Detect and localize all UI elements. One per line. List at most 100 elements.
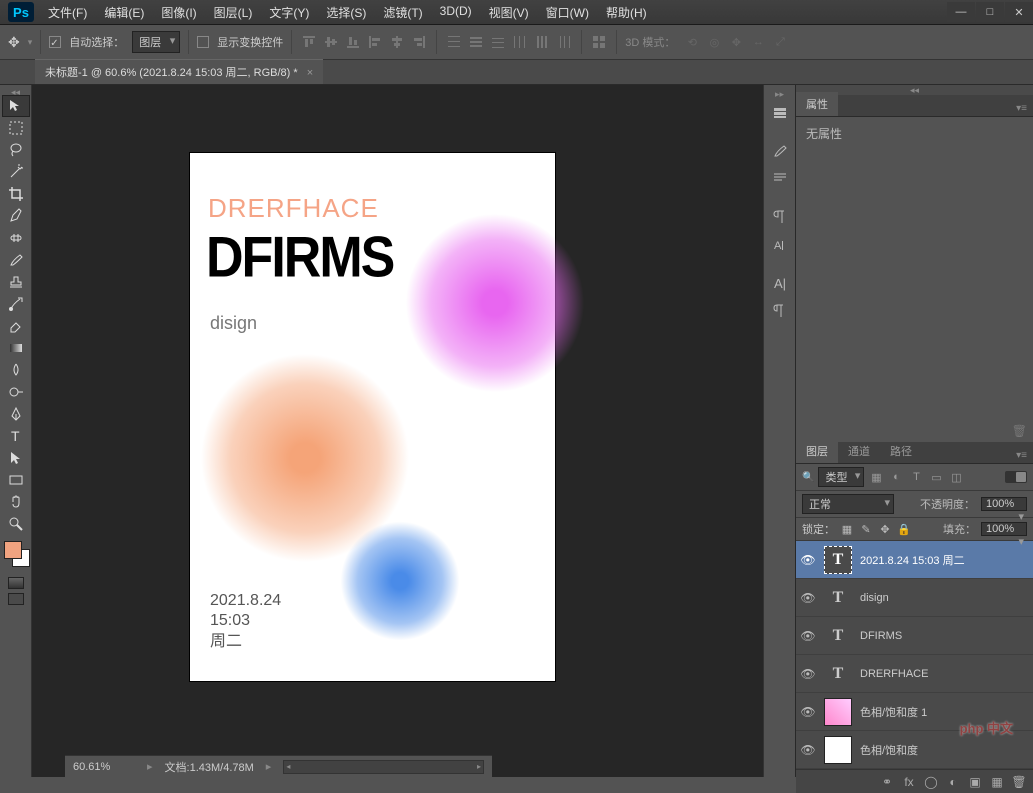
layer-name[interactable]: DRERFHACE — [860, 668, 928, 680]
align-vcenter-icon[interactable] — [322, 33, 340, 51]
layer-thumbnail[interactable]: T — [824, 546, 852, 574]
quickmask-toggle[interactable] — [8, 577, 24, 589]
toolbar-collapse-icon[interactable]: ◂◂ — [11, 87, 20, 95]
layer-visibility-icon[interactable]: 👁 — [800, 591, 816, 605]
docinfo-arrow-icon[interactable]: ▸ — [266, 760, 272, 773]
auto-select-checkbox[interactable] — [49, 36, 61, 48]
blend-mode-dropdown[interactable]: 正常 — [802, 494, 894, 514]
crop-tool[interactable] — [2, 183, 30, 205]
filter-search-icon[interactable]: 🔍 — [802, 472, 814, 483]
zoom-arrow-icon[interactable]: ▸ — [147, 760, 153, 773]
brush-tool[interactable] — [2, 249, 30, 271]
menu-type[interactable]: 文字(Y) — [263, 2, 315, 23]
dock-character-icon[interactable]: A — [766, 232, 794, 258]
auto-align-icon[interactable] — [590, 33, 608, 51]
show-transform-checkbox[interactable] — [197, 36, 209, 48]
document-tab[interactable]: 未标题-1 @ 60.6% (2021.8.24 15:03 周二, RGB/8… — [35, 59, 323, 84]
layers-tab[interactable]: 图层 — [796, 439, 838, 463]
maximize-button[interactable]: □ — [976, 2, 1004, 22]
pen-tool[interactable] — [2, 403, 30, 425]
layer-visibility-icon[interactable]: 👁 — [800, 667, 816, 681]
dock-paragraph-icon[interactable] — [766, 204, 794, 230]
opacity-input[interactable]: 100% — [981, 497, 1027, 511]
layer-row[interactable]: 👁 T DRERFHACE — [796, 655, 1033, 693]
layer-mask-icon[interactable]: ◯ — [923, 774, 939, 790]
3d-roll-icon[interactable]: ◎ — [705, 33, 723, 51]
layer-thumbnail[interactable]: T — [824, 660, 852, 688]
history-brush-tool[interactable] — [2, 293, 30, 315]
layer-thumbnail[interactable]: T — [824, 622, 852, 650]
layer-thumbnail[interactable] — [824, 698, 852, 726]
menu-view[interactable]: 视图(V) — [483, 2, 535, 23]
filter-pixel-icon[interactable]: ▦ — [868, 469, 884, 485]
properties-trash-icon[interactable]: 🗑 — [1012, 424, 1027, 438]
layer-link-icon[interactable]: ⚭ — [879, 774, 895, 790]
layer-name[interactable]: 色相/饱和度 1 — [860, 704, 927, 720]
menu-filter[interactable]: 滤镜(T) — [377, 2, 428, 23]
dock-collapse-icon[interactable]: ▸▸ — [775, 89, 784, 99]
layer-thumbnail[interactable] — [824, 736, 852, 764]
align-left-icon[interactable] — [366, 33, 384, 51]
3d-slide-icon[interactable]: ↔ — [749, 33, 767, 51]
gradient-tool[interactable] — [2, 337, 30, 359]
menu-select[interactable]: 选择(S) — [320, 2, 372, 23]
stamp-tool[interactable] — [2, 271, 30, 293]
distribute-hcenter-icon[interactable] — [533, 33, 551, 51]
lasso-tool[interactable] — [2, 139, 30, 161]
dock-glyphs-icon[interactable]: A| — [766, 270, 794, 296]
layer-name[interactable]: DFIRMS — [860, 630, 902, 642]
channels-tab[interactable]: 通道 — [838, 439, 880, 463]
layer-row[interactable]: 👁Tdisign — [796, 579, 1033, 617]
lock-brush-icon[interactable]: ✎ — [859, 522, 873, 536]
menu-image[interactable]: 图像(I) — [155, 2, 202, 23]
layer-name[interactable]: 2021.8.24 15:03 周二 — [860, 552, 965, 568]
path-select-tool[interactable] — [2, 447, 30, 469]
layer-row[interactable]: 👁 T 2021.8.24 15:03 周二 — [796, 541, 1033, 579]
layer-visibility-icon[interactable]: 👁 — [800, 553, 816, 567]
menu-layer[interactable]: 图层(L) — [208, 2, 259, 23]
dock-paragraph2-icon[interactable] — [766, 298, 794, 324]
menu-3d[interactable]: 3D(D) — [434, 2, 478, 23]
paths-tab[interactable]: 路径 — [880, 439, 922, 463]
distribute-right-icon[interactable] — [555, 33, 573, 51]
filter-smart-icon[interactable]: ◫ — [948, 469, 964, 485]
healing-tool[interactable] — [2, 227, 30, 249]
layer-row[interactable]: 👁TDFIRMS — [796, 617, 1033, 655]
document-canvas[interactable]: DRERFHACE DFIRMS disign 2021.8.24 15:03 … — [190, 153, 555, 681]
marquee-tool[interactable] — [2, 117, 30, 139]
lock-position-icon[interactable]: ✥ — [878, 522, 892, 536]
distribute-top-icon[interactable] — [445, 33, 463, 51]
properties-tab[interactable]: 属性 — [796, 92, 838, 116]
hand-tool[interactable] — [2, 491, 30, 513]
layer-adjust-icon[interactable]: ◐ — [945, 774, 961, 790]
layer-group-icon[interactable]: ▣ — [967, 774, 983, 790]
zoom-level[interactable]: 60.61% — [73, 761, 135, 773]
3d-rotate-icon[interactable]: ⟲ — [683, 33, 701, 51]
3d-scale-icon[interactable]: ⤢ — [771, 33, 789, 51]
distribute-bottom-icon[interactable] — [489, 33, 507, 51]
layer-name[interactable]: disign — [860, 592, 889, 604]
screenmode-toggle[interactable] — [8, 593, 24, 605]
menu-file[interactable]: 文件(F) — [42, 2, 93, 23]
type-tool[interactable]: T — [2, 425, 30, 447]
auto-select-dropdown[interactable]: 图层 — [132, 31, 180, 53]
fill-input[interactable]: 100% — [981, 522, 1027, 536]
dock-brushpresets-icon[interactable] — [766, 166, 794, 192]
horizontal-scrollbar[interactable] — [283, 760, 484, 774]
dock-brush-icon[interactable] — [766, 138, 794, 164]
3d-pan-icon[interactable]: ✥ — [727, 33, 745, 51]
magic-wand-tool[interactable] — [2, 161, 30, 183]
blur-tool[interactable] — [2, 359, 30, 381]
layer-new-icon[interactable]: ▦ — [989, 774, 1005, 790]
properties-panel-menu-icon[interactable]: ▾≡ — [1010, 101, 1033, 116]
layer-visibility-icon[interactable]: 👁 — [800, 743, 816, 757]
minimize-button[interactable]: — — [947, 2, 975, 22]
foreground-color-swatch[interactable] — [4, 541, 22, 559]
filter-adjust-icon[interactable]: ◐ — [888, 469, 904, 485]
tool-preset-dropdown-icon[interactable]: ▾ — [28, 37, 33, 48]
filter-shape-icon[interactable]: ▭ — [928, 469, 944, 485]
distribute-left-icon[interactable] — [511, 33, 529, 51]
move-tool[interactable] — [2, 95, 30, 117]
align-right-icon[interactable] — [410, 33, 428, 51]
eraser-tool[interactable] — [2, 315, 30, 337]
